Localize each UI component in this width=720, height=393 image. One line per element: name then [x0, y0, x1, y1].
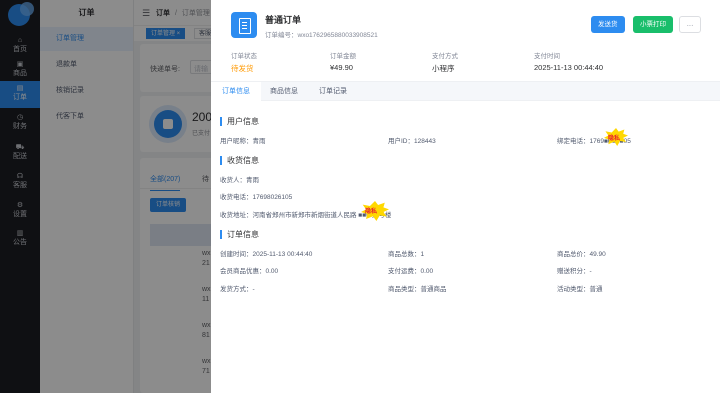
tab-order-info[interactable]: 订单信息 [211, 82, 261, 102]
print-receipt-button[interactable]: 小票打印 [633, 16, 673, 33]
section-title-receiver: 收货信息 [220, 156, 259, 165]
order-total-qty: 商品总数：1 [388, 251, 425, 258]
user-nickname: 用户昵称：青雨 [220, 138, 266, 145]
order-activity-type: 活动类型：普通 [557, 286, 603, 293]
order-points: 赠送积分：- [557, 268, 592, 275]
order-created-time: 创建时间：2025-11-13 00:44:40 [220, 251, 313, 258]
summary-label-pay-time: 支付时间 [534, 53, 560, 60]
order-shipping-fee: 支付运费：0.00 [388, 268, 434, 275]
tab-order-log[interactable]: 订单记录 [309, 82, 357, 102]
summary-value-pay-time: 2025-11-13 00:44:40 [534, 63, 604, 72]
summary-label-amount: 订单金额 [330, 53, 356, 60]
summary-label-status: 订单状态 [231, 53, 257, 60]
order-total-amount: 商品总价：49.90 [557, 251, 606, 258]
order-detail-drawer: 普通订单 订单编号：wxo176296588003390852​1 发送货 小票… [211, 0, 720, 393]
order-ship-method: 发货方式：- [220, 286, 255, 293]
summary-label-pay-method: 支付方式 [432, 53, 458, 60]
section-title-order: 订单信息 [220, 230, 259, 239]
order-number: 订单编号：wxo176296588003390852​1 [265, 32, 378, 39]
order-product-type: 商品类型：普通商品 [388, 286, 447, 293]
detail-tabs: 订单信息 商品信息 订单记录 [211, 81, 720, 102]
stamp-text: 隐私 [608, 136, 621, 142]
clipboard-icon [231, 12, 257, 38]
user-id: 用户ID：128443 [388, 138, 436, 145]
summary-value-pay-method: 小程序 [432, 64, 455, 73]
tab-product-info[interactable]: 商品信息 [261, 82, 307, 102]
stamp-text: 隐私 [365, 209, 378, 215]
order-member-discount: 会员商品优惠：0.00 [220, 268, 279, 275]
receiver-phone: 收货电话：17698026105 [220, 194, 293, 201]
summary-value-amount: ¥49.90 [330, 63, 353, 72]
section-title-user: 用户信息 [220, 117, 259, 126]
more-actions-button[interactable]: ··· [679, 16, 701, 33]
receiver-name: 收货人：青雨 [220, 177, 259, 184]
ship-button[interactable]: 发送货 [591, 16, 625, 33]
drawer-title: 普通订单 [265, 15, 302, 25]
summary-value-status: 待发货 [231, 64, 254, 73]
